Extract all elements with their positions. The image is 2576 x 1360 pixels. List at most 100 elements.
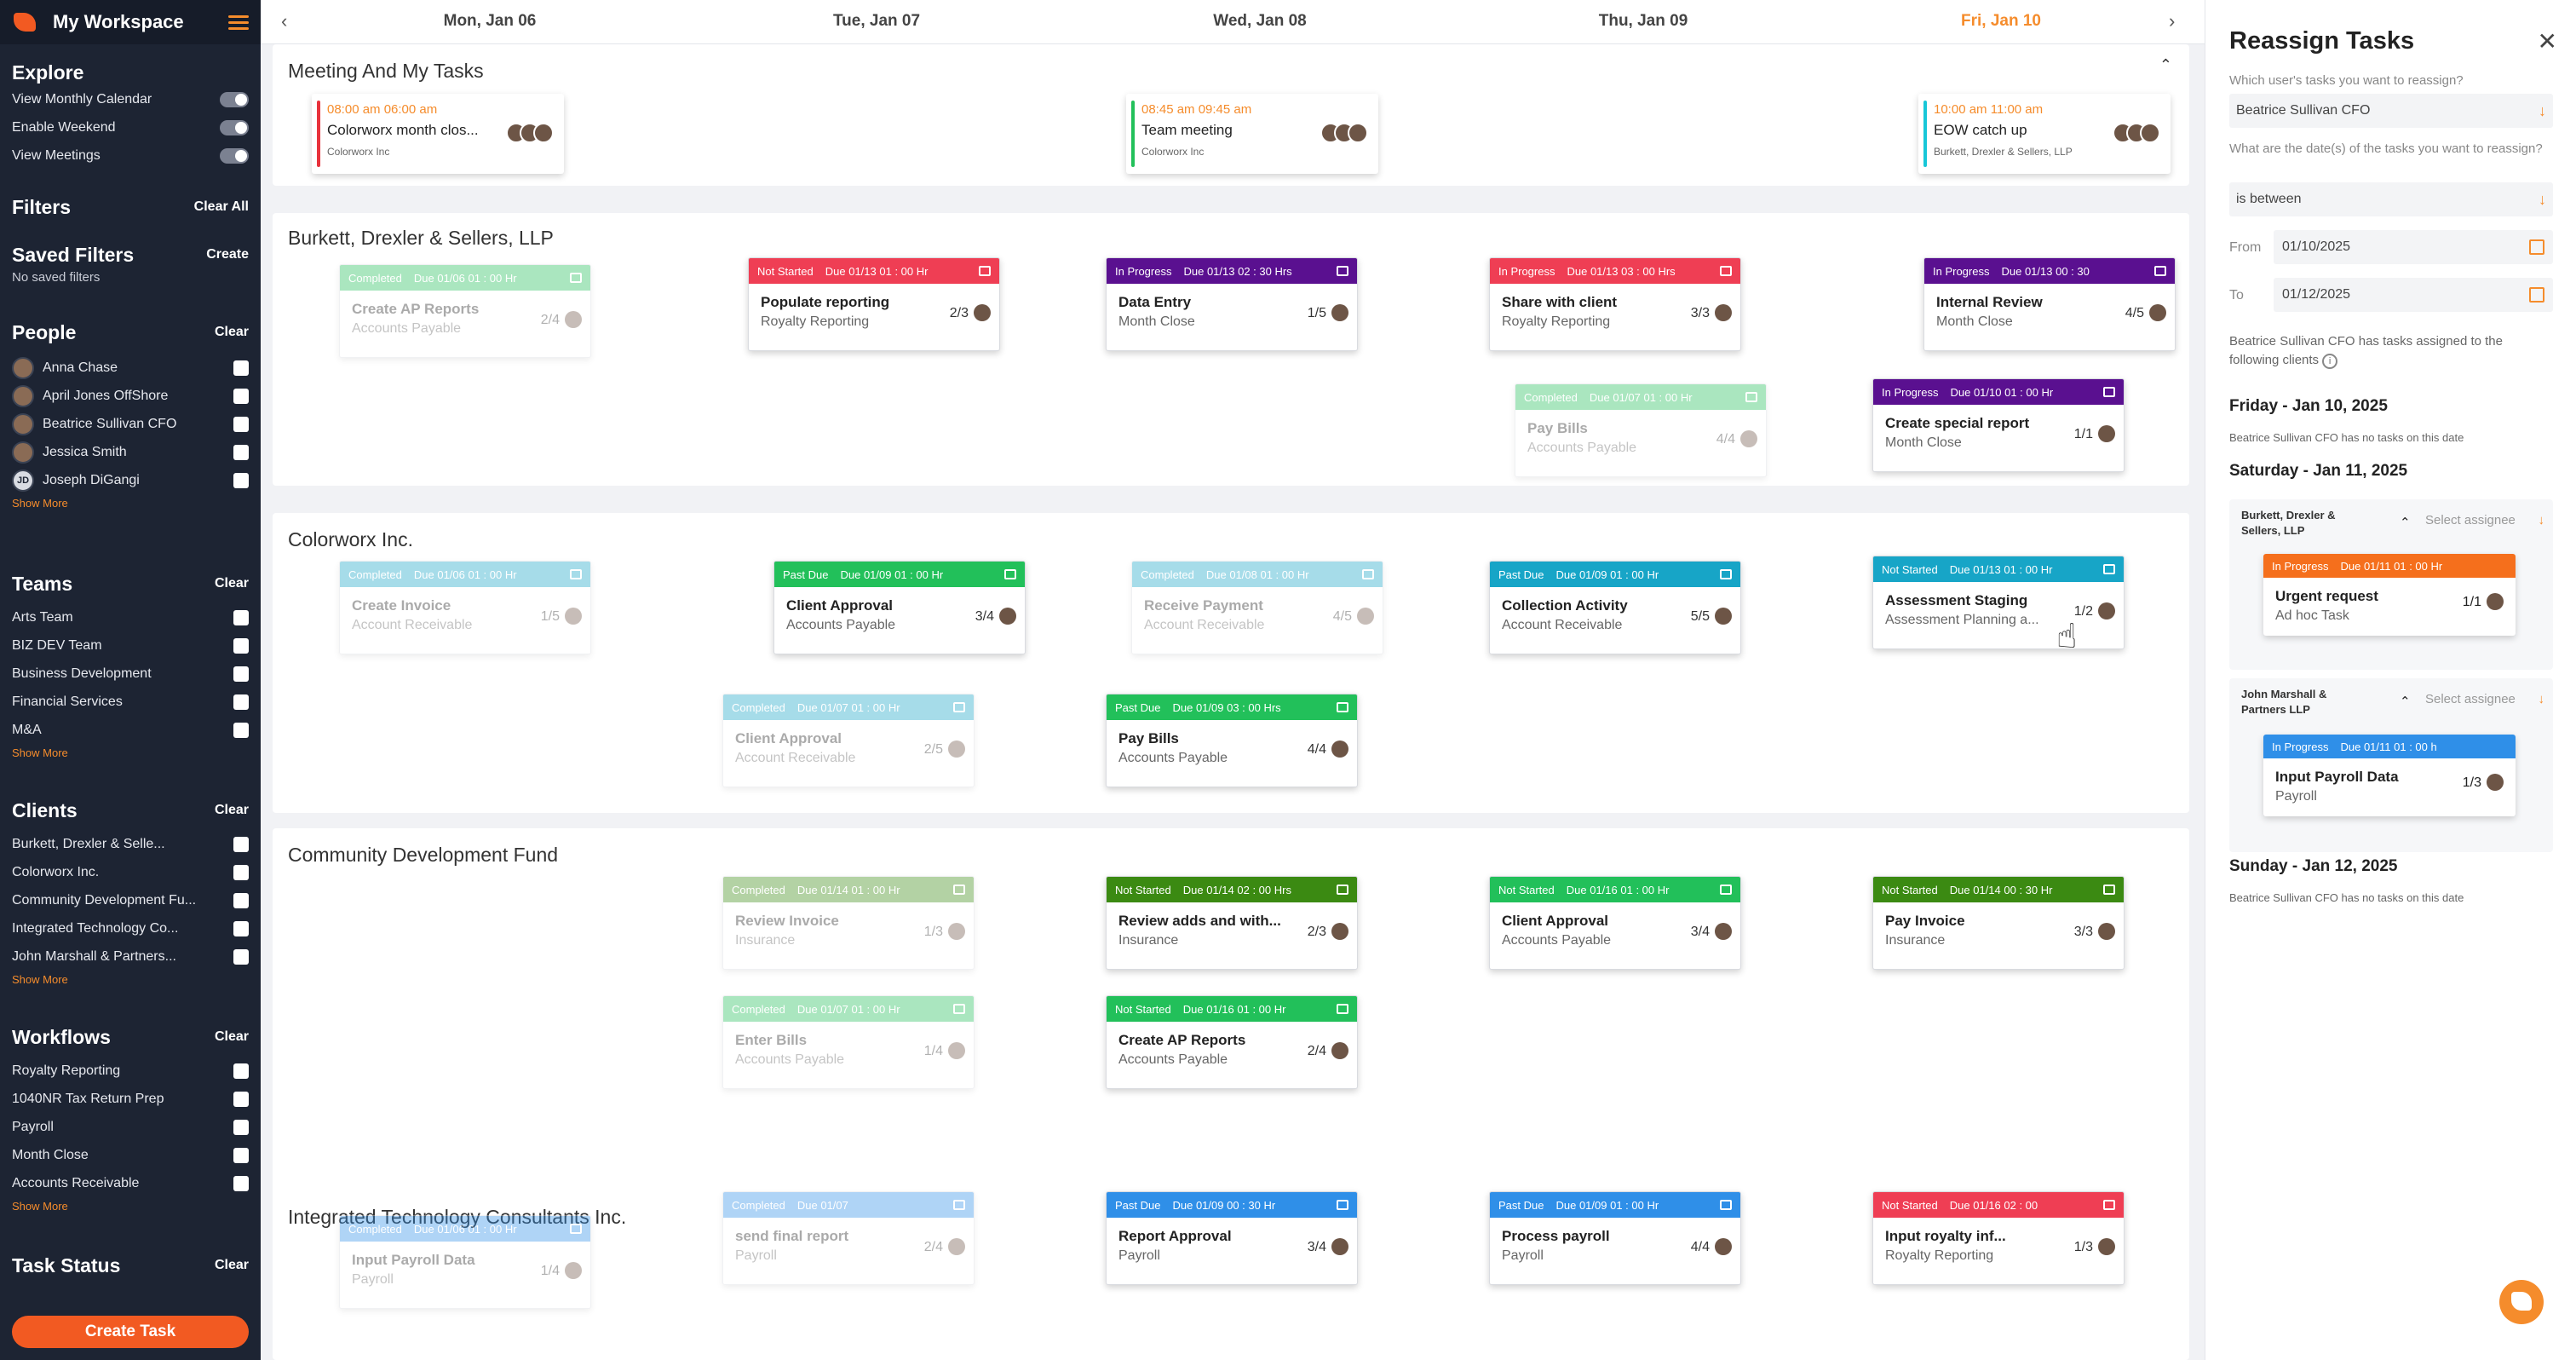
create-filter-button[interactable]: Create — [206, 247, 249, 262]
filter-checkbox[interactable] — [233, 1119, 249, 1135]
meeting-card[interactable]: 10:00 am 11:00 am EOW catch up Burkett, Dr… — [1918, 94, 2171, 174]
task-card[interactable]: Completed Due 01/14 01 : 00 Hr Review Invo… — [722, 876, 975, 970]
task-message-icon[interactable] — [1337, 885, 1348, 895]
filter-checkbox[interactable] — [233, 666, 249, 682]
task-message-icon[interactable] — [953, 702, 965, 712]
filter-checkbox[interactable] — [233, 892, 249, 908]
task-card[interactable]: Not Started Due 01/14 00 : 30 Hr Pay Invoi… — [1872, 876, 2125, 970]
chevron-up-icon[interactable]: ⌃ — [2400, 694, 2411, 709]
toggle-switch[interactable] — [220, 119, 249, 135]
filter-checkbox[interactable] — [233, 360, 249, 376]
task-message-icon[interactable] — [1004, 569, 1016, 579]
teams-filter-item[interactable]: Financial Services — [12, 688, 249, 716]
hamburger-menu-icon[interactable] — [228, 14, 249, 30]
people-filter-item[interactable]: Anna Chase — [12, 354, 249, 382]
meeting-card[interactable]: 08:45 am 09:45 am Team meeting Colorworx I… — [1126, 94, 1378, 174]
close-panel-icon[interactable]: ✕ — [2538, 27, 2557, 55]
task-card[interactable]: Completed Due 01/06 01 : 00 Hr Create Invo… — [339, 561, 591, 654]
task-message-icon[interactable] — [2103, 564, 2115, 574]
task-card[interactable]: Not Started Due 01/16 01 : 00 Hr Create AP… — [1106, 995, 1358, 1089]
prev-week-arrow-icon[interactable]: ‹ — [281, 10, 287, 32]
task-message-icon[interactable] — [953, 1200, 965, 1210]
explore-option[interactable]: View Meetings — [12, 141, 249, 170]
task-card[interactable]: In Progress Due 01/13 02 : 30 Hrs Data Ent… — [1106, 257, 1358, 351]
assignee-select[interactable]: Select assignee ↓ — [2425, 513, 2544, 527]
task-card[interactable]: Not Started Due 01/13 01 : 00 Hr Populate … — [748, 257, 1000, 351]
task-message-icon[interactable] — [1337, 266, 1348, 276]
people-filter-item[interactable]: April Jones OffShore — [12, 382, 249, 410]
assignee-select[interactable]: Select assignee ↓ — [2425, 692, 2544, 706]
filter-checkbox[interactable] — [233, 1091, 249, 1107]
people-filter-item[interactable]: Jessica Smith — [12, 438, 249, 466]
clear-workflows-button[interactable]: Clear — [215, 1029, 249, 1045]
user-select[interactable]: Beatrice Sullivan CFO ↓ — [2229, 94, 2553, 128]
workflows-filter-item[interactable]: Accounts Receivable — [12, 1169, 249, 1197]
task-message-icon[interactable] — [1720, 1200, 1732, 1210]
create-task-button[interactable]: Create Task — [12, 1316, 249, 1348]
task-card[interactable]: Past Due Due 01/09 00 : 30 Hr Report Appro… — [1106, 1191, 1358, 1285]
people-filter-item[interactable]: Beatrice Sullivan CFO — [12, 410, 249, 438]
task-card[interactable]: In Progress Due 01/13 03 : 00 Hrs Share wi… — [1489, 257, 1741, 351]
task-message-icon[interactable] — [953, 1004, 965, 1014]
filter-checkbox[interactable] — [233, 416, 249, 432]
workflows-filter-item[interactable]: Payroll — [12, 1113, 249, 1141]
range-select[interactable]: is between ↓ — [2229, 182, 2553, 216]
task-message-icon[interactable] — [1362, 569, 1374, 579]
clients-filter-item[interactable]: Colorworx Inc. — [12, 858, 249, 886]
task-message-icon[interactable] — [1337, 1200, 1348, 1210]
filter-checkbox[interactable] — [233, 722, 249, 738]
filter-checkbox[interactable] — [233, 836, 249, 852]
filter-checkbox[interactable] — [233, 609, 249, 625]
task-message-icon[interactable] — [2103, 387, 2115, 397]
task-card[interactable]: Completed Due 01/07 01 : 00 Hr Pay Bills Ac… — [1515, 383, 1767, 477]
task-card[interactable]: Past Due Due 01/09 01 : 00 Hr Client Appro… — [773, 561, 1026, 654]
info-icon[interactable]: i — [2322, 354, 2338, 369]
task-message-icon[interactable] — [953, 885, 965, 895]
task-message-icon[interactable] — [1337, 1004, 1348, 1014]
collapse-meetings-icon[interactable]: ⌃ — [2159, 56, 2172, 74]
task-card[interactable]: Past Due Due 01/09 01 : 00 Hr Process payr… — [1489, 1191, 1741, 1285]
workflows-filter-item[interactable]: Royalty Reporting — [12, 1057, 249, 1085]
people-show-more-link[interactable]: Show More — [12, 494, 249, 513]
task-card[interactable]: Past Due Due 01/09 03 : 00 Hrs Pay Bills Ac… — [1106, 694, 1358, 787]
clients-show-more-link[interactable]: Show More — [12, 971, 249, 989]
task-card[interactable]: Not Started Due 01/16 02 : 00 Input royalt… — [1872, 1191, 2125, 1285]
filter-checkbox[interactable] — [233, 1147, 249, 1163]
task-message-icon[interactable] — [1720, 885, 1732, 895]
task-message-icon[interactable] — [1337, 702, 1348, 712]
people-filter-item[interactable]: JD Joseph DiGangi — [12, 466, 249, 494]
filter-checkbox[interactable] — [233, 637, 249, 654]
from-date-input[interactable]: 01/10/2025 — [2274, 230, 2553, 264]
task-message-icon[interactable] — [1720, 569, 1732, 579]
meeting-card[interactable]: 08:00 am 06:00 am Colorworx month clos...… — [312, 94, 564, 174]
clear-task-status-button[interactable]: Clear — [215, 1258, 249, 1273]
task-message-icon[interactable] — [570, 569, 582, 579]
explore-option[interactable]: View Monthly Calendar — [12, 85, 249, 113]
filter-checkbox[interactable] — [233, 694, 249, 710]
teams-filter-item[interactable]: BIZ DEV Team — [12, 631, 249, 660]
task-card[interactable]: Past Due Due 01/09 01 : 00 Hr Collection A… — [1489, 561, 1741, 654]
teams-show-more-link[interactable]: Show More — [12, 744, 249, 763]
task-card[interactable]: Completed Due 01/07 01 : 00 Hr Enter Bills… — [722, 995, 975, 1089]
chevron-up-icon[interactable]: ⌃ — [2400, 515, 2411, 530]
filter-checkbox[interactable] — [233, 920, 249, 936]
task-card[interactable]: In Progress Due 01/11 01 : 00 h Input Pay… — [2263, 735, 2516, 816]
explore-option[interactable]: Enable Weekend — [12, 113, 249, 141]
workflows-filter-item[interactable]: Month Close — [12, 1141, 249, 1169]
task-message-icon[interactable] — [1745, 392, 1757, 402]
chat-support-button[interactable] — [2499, 1280, 2544, 1324]
task-card[interactable]: Not Started Due 01/16 01 : 00 Hr Client Ap… — [1489, 876, 1741, 970]
task-message-icon[interactable] — [1720, 266, 1732, 276]
filter-checkbox[interactable] — [233, 1063, 249, 1079]
task-message-icon[interactable] — [2103, 885, 2115, 895]
task-card[interactable]: Completed Due 01/07 send final report Payro… — [722, 1191, 975, 1285]
teams-filter-item[interactable]: M&A — [12, 716, 249, 744]
workflows-filter-item[interactable]: 1040NR Tax Return Prep — [12, 1085, 249, 1113]
task-card[interactable]: Completed Due 01/06 01 : 00 Hr Create AP R… — [339, 264, 591, 358]
task-card[interactable]: Not Started Due 01/13 01 : 00 Hr Assessmen… — [1872, 556, 2125, 649]
task-card[interactable]: Not Started Due 01/14 02 : 00 Hrs Review a… — [1106, 876, 1358, 970]
clients-filter-item[interactable]: Burkett, Drexler & Selle... — [12, 830, 249, 858]
task-message-icon[interactable] — [2103, 1200, 2115, 1210]
clear-people-button[interactable]: Clear — [215, 325, 249, 340]
task-card[interactable]: In Progress Due 01/10 01 : 00 Hr Create sp… — [1872, 378, 2125, 472]
